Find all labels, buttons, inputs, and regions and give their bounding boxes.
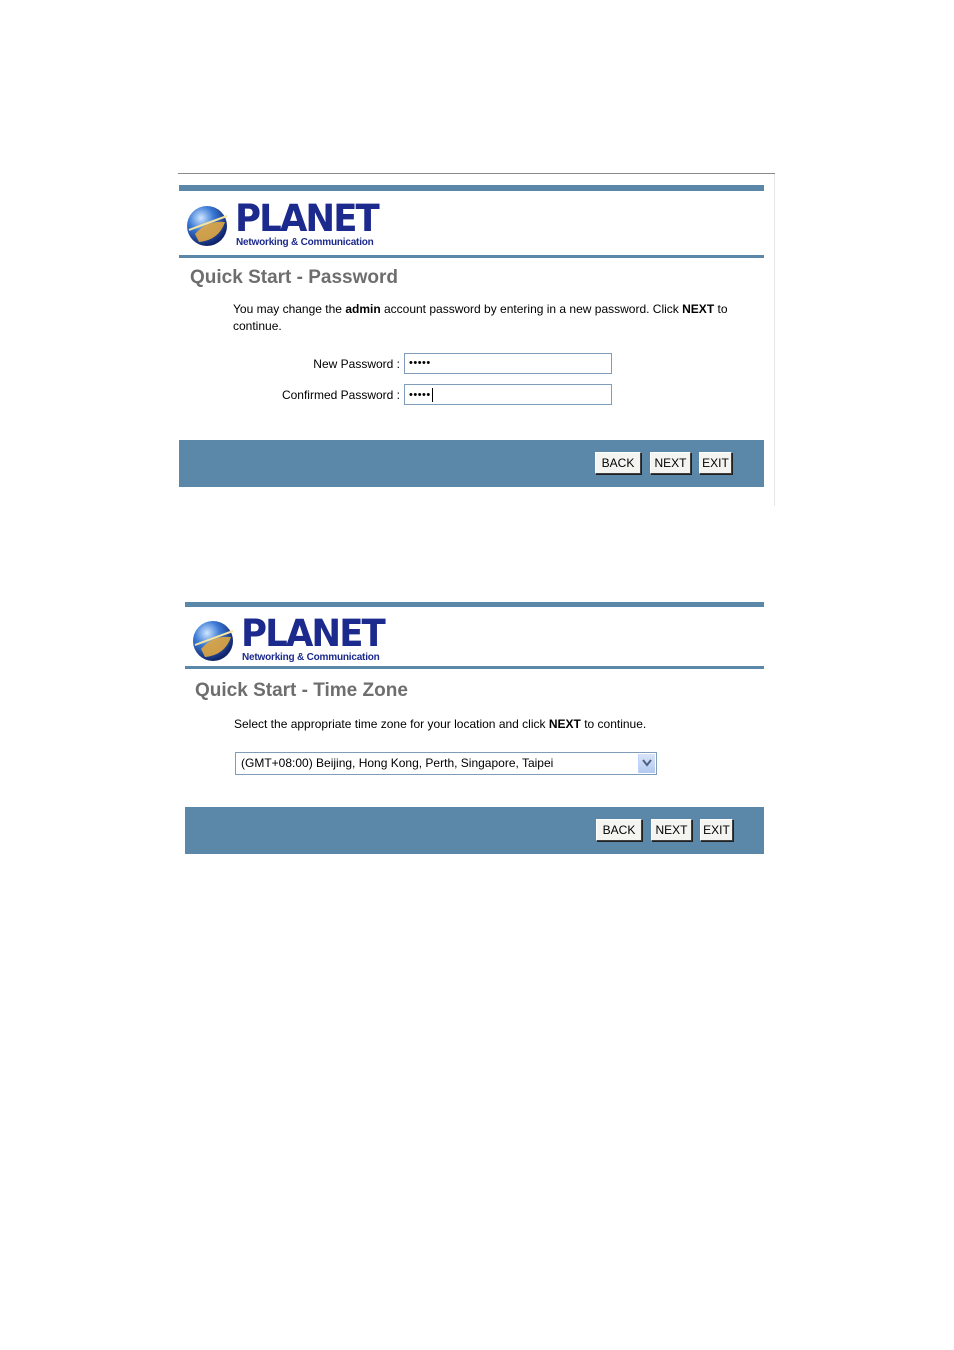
password-description: You may change the admin account passwor… xyxy=(233,302,728,333)
header: PLANET Networking & Communication xyxy=(185,608,764,672)
planet-logo: PLANET Networking & Communication xyxy=(185,197,385,248)
header-top-band xyxy=(185,602,764,607)
back-button[interactable]: BACK xyxy=(595,452,641,474)
confirm-password-field[interactable]: ••••• xyxy=(404,384,612,405)
page-title: Quick Start - Time Zone xyxy=(195,680,408,701)
page-title: Quick Start - Password xyxy=(190,267,399,288)
exit-button[interactable]: EXIT xyxy=(699,452,732,474)
footer-bar: BACK NEXT EXIT xyxy=(185,807,764,854)
confirm-password-label: Confirmed Password : xyxy=(281,388,400,402)
header-divider xyxy=(185,666,764,669)
window-edge xyxy=(774,174,775,506)
timezone-selected-value: (GMT+08:00) Beijing, Hong Kong, Perth, S… xyxy=(241,756,554,770)
planet-globe-icon xyxy=(187,206,228,246)
next-button[interactable]: NEXT xyxy=(651,819,692,841)
planet-logo: PLANET Networking & Communication xyxy=(191,612,391,663)
brand-tagline: Networking & Communication xyxy=(242,652,380,663)
chevron-down-icon xyxy=(642,759,652,767)
text-caret xyxy=(431,388,433,402)
back-button[interactable]: BACK xyxy=(596,819,642,841)
planet-globe-icon xyxy=(193,621,234,661)
timezone-panel: PLANET Networking & Communication Quick … xyxy=(185,602,764,854)
timezone-description: Select the appropriate time zone for you… xyxy=(234,717,647,731)
brand-tagline: Networking & Communication xyxy=(236,237,374,248)
top-divider xyxy=(178,173,775,174)
new-password-label: New Password : xyxy=(313,357,400,371)
password-panel: PLANET Networking & Communication Quick … xyxy=(179,185,764,487)
new-password-field[interactable]: ••••• xyxy=(404,353,612,374)
dropdown-button[interactable] xyxy=(638,754,655,773)
brand-name: PLANET xyxy=(241,612,386,655)
exit-button[interactable]: EXIT xyxy=(700,819,733,841)
header: PLANET Networking & Communication xyxy=(179,191,764,255)
brand-name: PLANET xyxy=(235,197,380,240)
footer-bar: BACK NEXT EXIT xyxy=(179,440,764,487)
header-divider xyxy=(179,255,764,258)
timezone-select[interactable]: (GMT+08:00) Beijing, Hong Kong, Perth, S… xyxy=(235,752,657,775)
next-button[interactable]: NEXT xyxy=(650,452,691,474)
